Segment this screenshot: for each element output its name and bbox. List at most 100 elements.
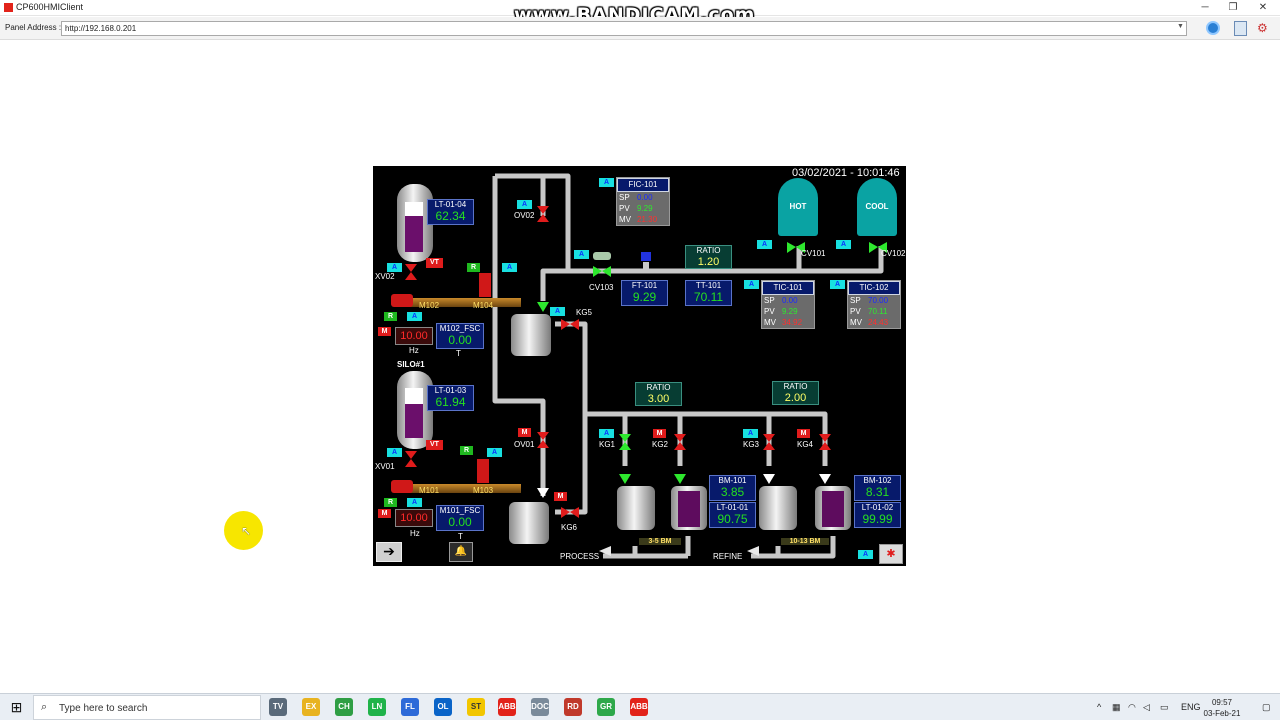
auto-badge-kg3[interactable]: A xyxy=(743,429,758,438)
panel-address-label: Panel Address : xyxy=(5,23,62,32)
bm-102-display[interactable]: BM-102 8.31 xyxy=(854,475,901,501)
window-title: CP600HMIClient xyxy=(16,2,84,12)
fic-101-faceplate[interactable]: FIC-101 SP 0.00 PV 9.29 MV 21.30 xyxy=(616,177,670,226)
auto-badge-m104[interactable]: A xyxy=(502,263,517,272)
auto-badge-xv02[interactable]: A xyxy=(387,263,402,272)
m101-hz-display[interactable]: 10.00 xyxy=(395,509,433,527)
run-badge-m102[interactable]: R xyxy=(384,312,397,321)
bm-101-display[interactable]: BM-101 3.85 xyxy=(709,475,756,501)
line-app-icon[interactable]: LN xyxy=(368,698,386,716)
abb-app-icon[interactable]: ABB xyxy=(498,698,516,716)
language-indicator[interactable]: ENG xyxy=(1181,702,1201,712)
manual-badge-m101[interactable]: M xyxy=(378,509,391,518)
document-app-icon[interactable]: DOC xyxy=(531,698,549,716)
m102-fsc-display[interactable]: M102_FSC 0.00 xyxy=(436,323,484,349)
auto-badge-cv102[interactable]: A xyxy=(836,240,851,249)
cv102-label: CV102 xyxy=(881,249,906,258)
file-explorer-icon[interactable]: EX xyxy=(302,698,320,716)
ft-101-display[interactable]: FT-101 9.29 xyxy=(621,280,668,306)
grade-3-5-bm-label: 3-5 BM xyxy=(639,538,681,545)
outlook-icon[interactable]: OL xyxy=(434,698,452,716)
auto-badge-xv01[interactable]: A xyxy=(387,448,402,457)
auto-badge-cv101[interactable]: A xyxy=(757,240,772,249)
tt-101-display[interactable]: TT-101 70.11 xyxy=(685,280,732,306)
auto-badge-kg1[interactable]: A xyxy=(599,429,614,438)
run-badge-m103[interactable]: R xyxy=(460,446,473,455)
clock-time: 09:57 xyxy=(1211,698,1233,707)
auto-badge-fic[interactable]: A xyxy=(599,178,614,187)
m101-label: M101 xyxy=(419,486,440,495)
minimize-button[interactable]: ─ xyxy=(1190,0,1220,16)
ratio-display-2[interactable]: RATIO 3.00 xyxy=(635,382,682,406)
taskbar-clock[interactable]: 09:57 03-Feb-21 xyxy=(1199,697,1245,719)
settings-gear-button[interactable]: ✱ xyxy=(879,544,903,564)
lt-01-01-display[interactable]: LT-01-01 90.75 xyxy=(709,502,756,528)
auto-badge-tic102[interactable]: A xyxy=(830,280,845,289)
app-icon-5[interactable]: FL xyxy=(401,698,419,716)
chrome-icon[interactable]: CH xyxy=(335,698,353,716)
sticky-notes-icon[interactable]: ST xyxy=(467,698,485,716)
manual-badge-m102[interactable]: M xyxy=(378,327,391,336)
manual-badge-kg6[interactable]: M xyxy=(554,492,567,501)
abb-red-icon[interactable]: RD xyxy=(564,698,582,716)
panel-address-input[interactable]: http://192.168.0.201 xyxy=(61,21,1187,36)
auto-badge-tic101[interactable]: A xyxy=(744,280,759,289)
tic-101-faceplate[interactable]: TIC-101 SP 0.00 PV 9.29 MV 34.92 xyxy=(761,280,815,329)
next-screen-button[interactable]: ➔ xyxy=(376,542,402,562)
lt-01-03-display[interactable]: LT-01-03 61.94 xyxy=(427,385,474,411)
cv101-label: CV101 xyxy=(801,249,826,258)
hot-water-tank[interactable]: HOT xyxy=(778,178,818,236)
network-icon[interactable]: ▦ xyxy=(1112,702,1121,713)
auto-badge-m102[interactable]: A xyxy=(407,312,422,321)
mouse-pointer-icon: ↖ xyxy=(241,524,252,538)
toolbar-tools-icon[interactable]: ⚙ xyxy=(1257,21,1272,36)
datetime-display: 03/02/2021 - 10:01:46 xyxy=(792,167,900,179)
taskbar-search-box[interactable]: ⌕ Type here to search xyxy=(33,695,261,720)
close-button[interactable]: ✕ xyxy=(1248,0,1278,16)
ratio-display-1[interactable]: RATIO 1.20 xyxy=(685,245,732,269)
battery-icon[interactable]: ▭ xyxy=(1160,702,1169,713)
manual-badge-kg2[interactable]: M xyxy=(653,429,666,438)
title-bar: CP600HMIClient www.BANDICAM.com ─ ❐ ✕ xyxy=(0,0,1280,26)
run-badge-m101[interactable]: R xyxy=(384,498,397,507)
auto-badge-m101[interactable]: A xyxy=(407,498,422,507)
kg6-label: KG6 xyxy=(561,523,578,532)
ratio-display-3[interactable]: RATIO 2.00 xyxy=(772,381,819,405)
m101-fsc-unit: T xyxy=(458,532,463,541)
ov01-label: OV01 xyxy=(514,440,535,449)
auto-badge-cv103[interactable]: A xyxy=(574,250,589,259)
cursor-highlight: ↖ xyxy=(224,511,263,550)
run-badge-m104[interactable]: R xyxy=(467,263,480,272)
auto-badge-m103[interactable]: A xyxy=(487,448,502,457)
task-view-icon[interactable]: TV xyxy=(269,698,287,716)
volume-icon[interactable]: ◁ xyxy=(1143,702,1150,713)
toolbar-page-icon[interactable] xyxy=(1234,21,1247,36)
manual-badge-kg4[interactable]: M xyxy=(797,429,810,438)
vt-badge-xv01[interactable]: VT xyxy=(426,440,443,450)
vt-badge-xv02[interactable]: VT xyxy=(426,258,443,268)
alarm-bell-button[interactable]: 🔔 xyxy=(449,542,473,562)
silo-1-label: SILO#1 xyxy=(397,360,425,369)
address-dropdown-icon[interactable]: ▼ xyxy=(1177,23,1184,30)
auto-badge-ov02[interactable]: A xyxy=(517,200,532,209)
m103-label: M103 xyxy=(473,486,494,495)
m101-fsc-display[interactable]: M101_FSC 0.00 xyxy=(436,505,484,531)
auto-badge-kg5[interactable]: A xyxy=(550,307,565,316)
auto-badge-refine[interactable]: A xyxy=(858,550,873,559)
browser-globe-icon[interactable] xyxy=(1206,21,1220,35)
lt-01-04-display[interactable]: LT-01-04 62.34 xyxy=(427,199,474,225)
manual-badge-ov01[interactable]: M xyxy=(518,428,531,437)
m102-hz-display[interactable]: 10.00 xyxy=(395,327,433,345)
lt-01-02-display[interactable]: LT-01-02 99.99 xyxy=(854,502,901,528)
restore-button[interactable]: ❐ xyxy=(1218,0,1248,16)
tray-chevron-icon[interactable]: ^ xyxy=(1097,702,1101,712)
wifi-icon[interactable]: ◠ xyxy=(1128,702,1136,713)
cool-water-tank[interactable]: COOL xyxy=(857,178,897,236)
green-app-icon[interactable]: GR xyxy=(597,698,615,716)
tic-102-faceplate[interactable]: TIC-102 SP 70.00 PV 70.11 MV 24.43 xyxy=(847,280,901,329)
notifications-icon[interactable]: ▢ xyxy=(1262,702,1271,713)
windows-start-icon[interactable]: ⊞ xyxy=(0,694,33,721)
address-bar: Panel Address : http://192.168.0.201 ▼ ⚙ xyxy=(0,17,1280,40)
abb-client-icon[interactable]: ABB xyxy=(630,698,648,716)
ov02-label: OV02 xyxy=(514,211,535,220)
